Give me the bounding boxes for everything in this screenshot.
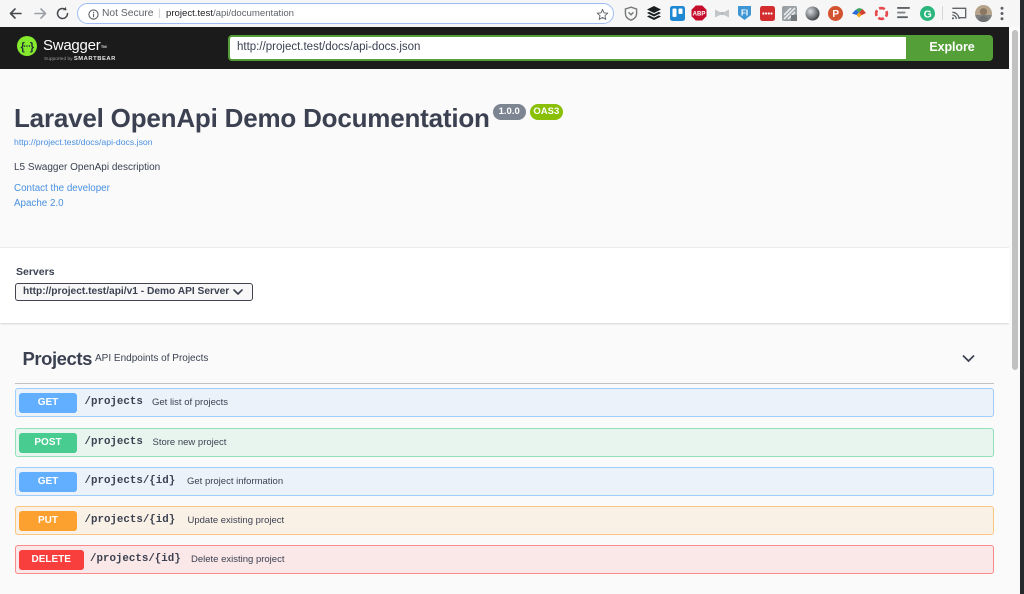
svg-text:P: P: [832, 9, 839, 20]
svg-text:FI: FI: [741, 8, 748, 17]
svg-text:{: {: [21, 41, 25, 53]
svg-text:ABP: ABP: [693, 12, 706, 18]
svg-text:G: G: [924, 8, 932, 20]
